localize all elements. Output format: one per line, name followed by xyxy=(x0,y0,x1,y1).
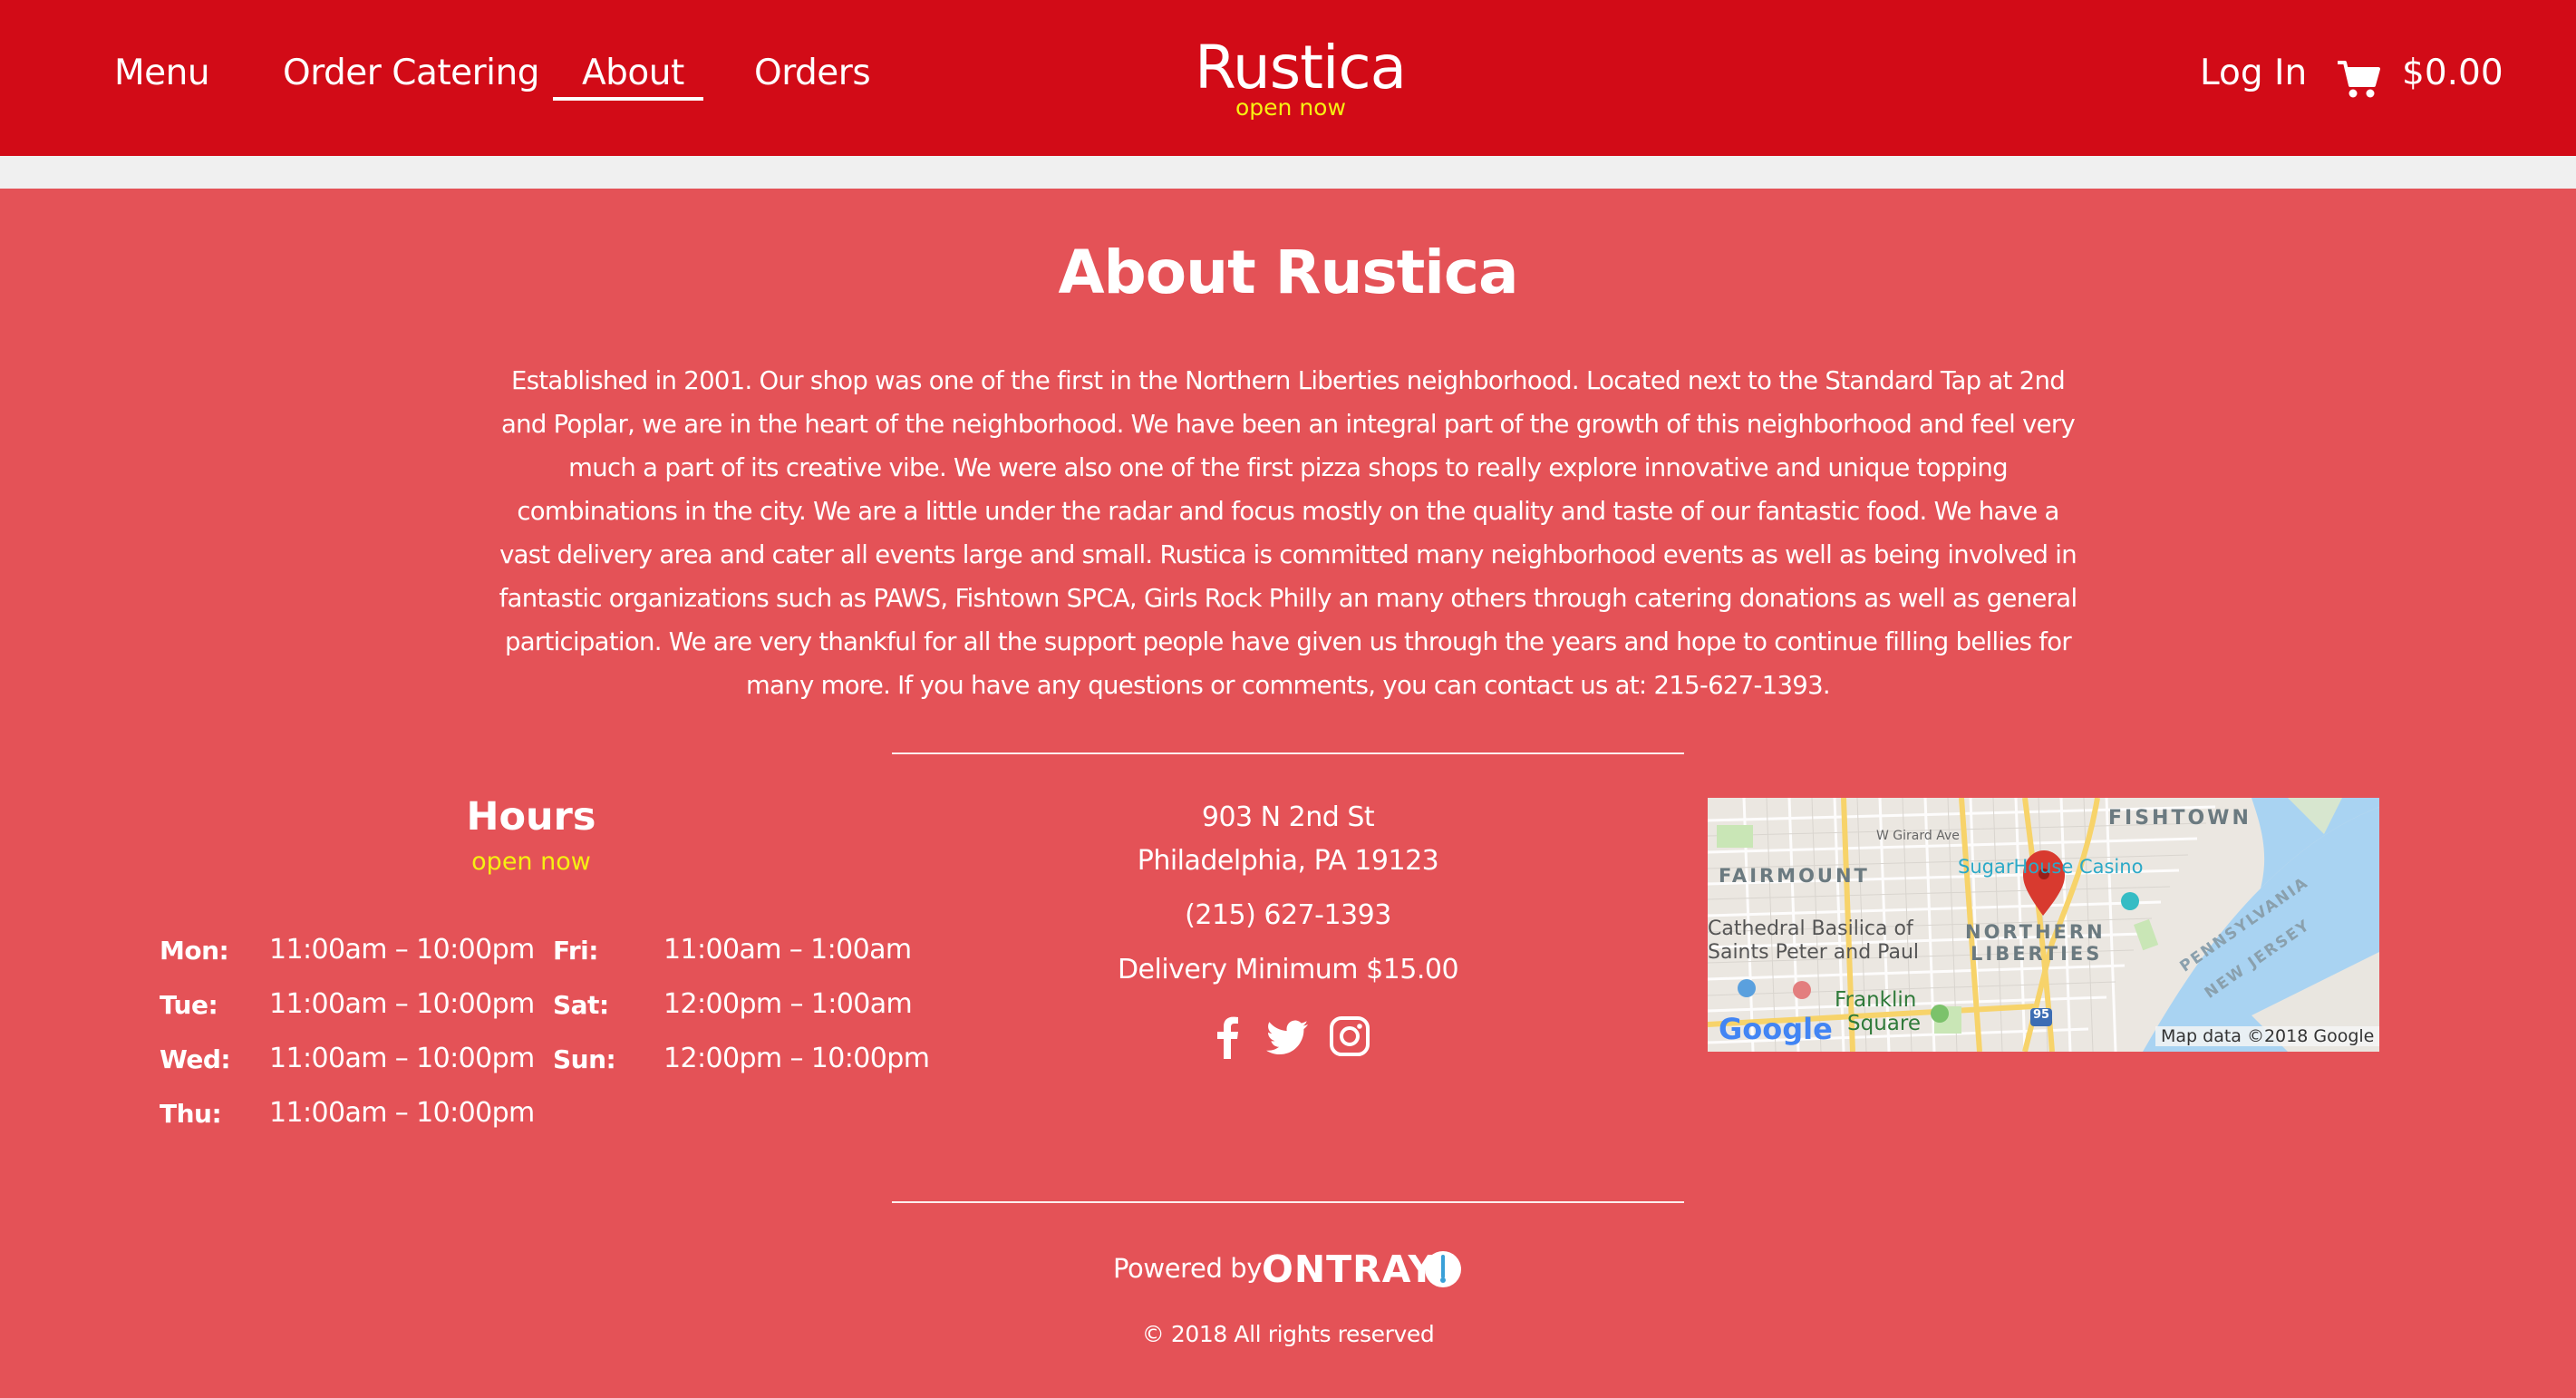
hours-time: 12:00pm – 10:00pm xyxy=(663,1043,930,1074)
hours-day: Fri: xyxy=(553,936,598,966)
facebook-icon[interactable] xyxy=(1206,1014,1250,1059)
ontray-fork-icon[interactable] xyxy=(1423,1249,1463,1289)
hours-open-status: open now xyxy=(471,848,591,876)
divider xyxy=(892,752,1684,754)
about-description: Established in 2001. Our shop was one of… xyxy=(499,366,2077,700)
hours-day: Tue: xyxy=(160,990,218,1020)
address-street: 903 N 2nd St xyxy=(1201,801,1375,833)
hours-day: Sun: xyxy=(553,1044,616,1074)
twitter-icon[interactable] xyxy=(1266,1014,1310,1059)
delivery-minimum: Delivery Minimum $15.00 xyxy=(1117,954,1459,985)
map-label: SugarHouse Casino xyxy=(1958,856,2144,878)
shopping-cart-icon[interactable] xyxy=(2336,58,2381,100)
map-label: Franklin xyxy=(1835,988,1917,1012)
hours-day: Thu: xyxy=(160,1099,222,1129)
powered-by-label: Powered by xyxy=(1113,1253,1263,1284)
map-label: FISHTOWN xyxy=(2108,807,2252,830)
map-attribution: Map data ©2018 Google xyxy=(2155,1026,2379,1046)
copyright-text: © 2018 All rights reserved xyxy=(1141,1321,1435,1347)
hours-time: 11:00am – 1:00am xyxy=(663,934,912,966)
map-label: FAIRMOUNT xyxy=(1719,865,1870,887)
hours-time: 11:00am – 10:00pm xyxy=(269,934,535,966)
map-label: Saints Peter and Paul xyxy=(1708,941,1919,964)
hours-time: 11:00am – 10:00pm xyxy=(269,988,535,1020)
cart-total[interactable]: $0.00 xyxy=(2402,53,2503,93)
open-status: open now xyxy=(1235,94,1346,121)
top-header: Menu Order Catering About Orders Rustica… xyxy=(0,0,2576,156)
divider xyxy=(892,1201,1684,1203)
nav-order-catering[interactable]: Order Catering xyxy=(283,53,540,93)
map-label: NORTHERN xyxy=(1965,921,2106,943)
hours-day: Mon: xyxy=(160,936,229,966)
hours-day: Wed: xyxy=(160,1044,231,1074)
brand-logo[interactable]: Rustica xyxy=(1195,33,1407,102)
about-title: About Rustica xyxy=(1058,238,1518,307)
location-map[interactable]: FISHTOWN W Girard Ave FAIRMOUNT SugarHou… xyxy=(1708,798,2379,1052)
map-label: LIBERTIES xyxy=(1971,943,2103,965)
nav-orders[interactable]: Orders xyxy=(754,53,871,93)
phone-number[interactable]: (215) 627-1393 xyxy=(1016,899,1560,931)
active-nav-underline xyxy=(553,97,703,101)
header-separator xyxy=(0,156,2576,189)
map-label: Square xyxy=(1847,1012,1921,1035)
address-city: Philadelphia, PA 19123 xyxy=(1137,845,1439,877)
map-label: 95 xyxy=(2033,1008,2050,1022)
nav-about[interactable]: About xyxy=(582,53,684,93)
login-link[interactable]: Log In xyxy=(2200,53,2307,93)
hours-day: Sat: xyxy=(553,990,609,1020)
hours-title: Hours xyxy=(466,794,596,840)
nav-menu[interactable]: Menu xyxy=(114,53,210,93)
map-label: Cathedral Basilica of xyxy=(1708,917,1913,940)
instagram-icon[interactable] xyxy=(1328,1014,1371,1059)
hours-time: 12:00pm – 1:00am xyxy=(663,988,913,1020)
hours-time: 11:00am – 10:00pm xyxy=(269,1043,535,1074)
google-logo: Google xyxy=(1719,1012,1833,1046)
map-label: W Girard Ave xyxy=(1876,829,1960,843)
hours-time: 11:00am – 10:00pm xyxy=(269,1097,535,1129)
ontray-logo[interactable]: ONTRAY xyxy=(1262,1248,1436,1291)
